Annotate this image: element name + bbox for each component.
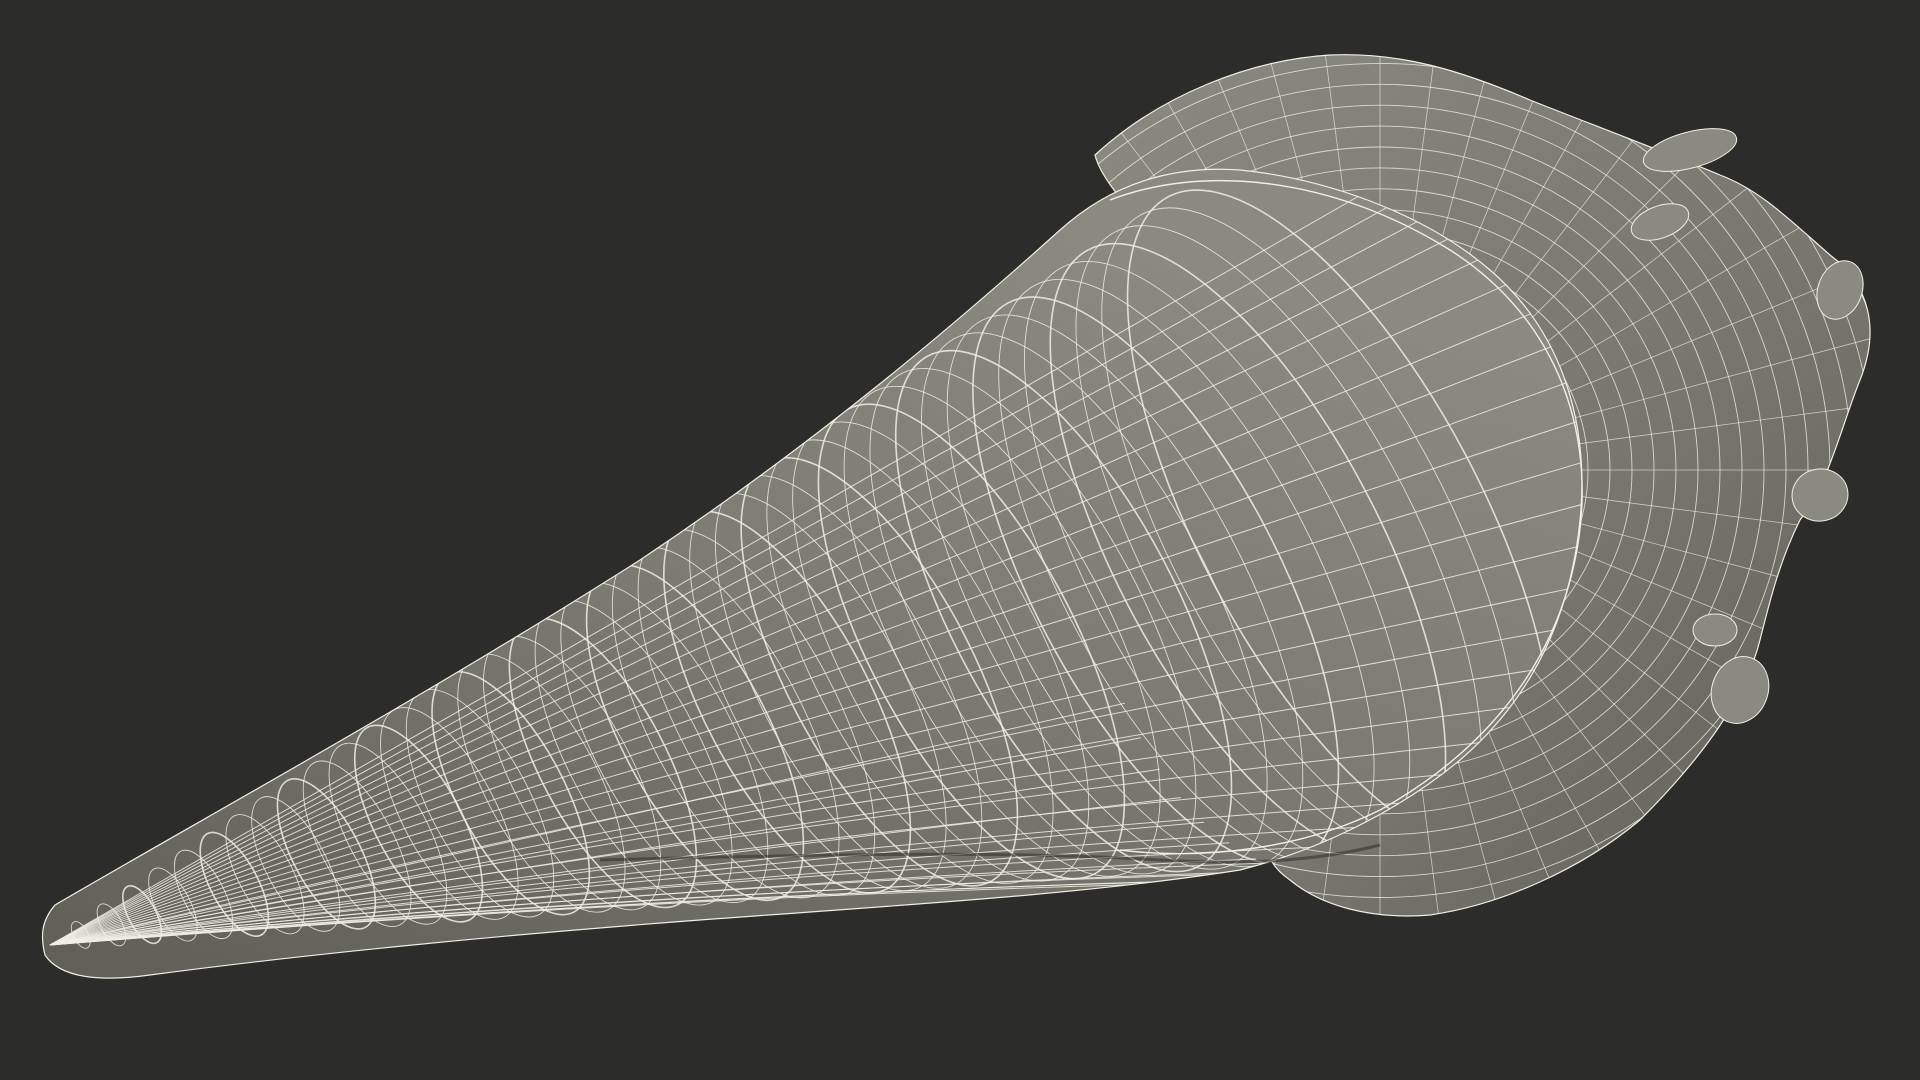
wireframe-model <box>41 54 1871 979</box>
scoop-bump <box>1692 613 1738 647</box>
3d-viewport[interactable] <box>0 0 1920 1080</box>
